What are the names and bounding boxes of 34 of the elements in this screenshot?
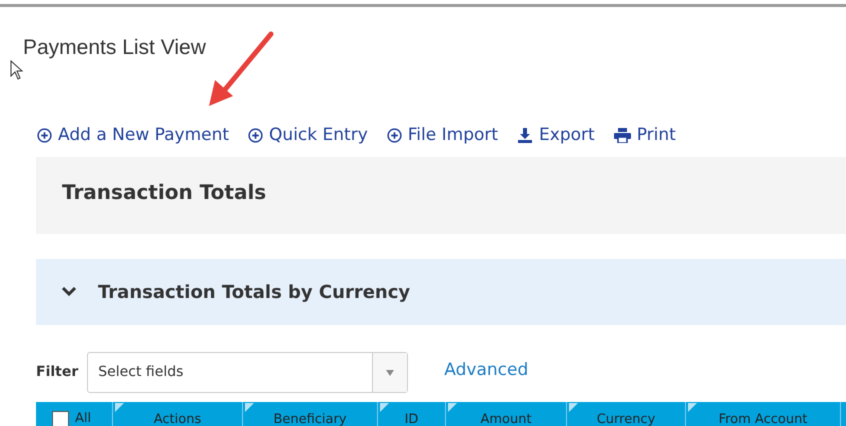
plus-circle-icon[interactable] xyxy=(386,128,402,144)
toolbar-link[interactable]: Add a New Payment xyxy=(58,123,230,148)
filter-dropdown[interactable]: Select fields xyxy=(87,352,408,393)
advanced-link[interactable]: Advanced xyxy=(444,358,528,384)
toolbar-link[interactable]: File Import xyxy=(408,123,498,148)
filter-label: Filter xyxy=(36,363,78,382)
corner-triangle-icon xyxy=(448,403,457,412)
toolbar-link[interactable]: Print xyxy=(636,123,676,148)
column-header[interactable]: ID xyxy=(378,402,446,426)
column-header[interactable]: Actions xyxy=(113,402,243,426)
panel-title: Transaction Totals by Currency xyxy=(98,280,410,304)
currency-panel[interactable]: Transaction Totals by Currency xyxy=(36,259,846,325)
column-header[interactable]: Amount xyxy=(446,402,567,426)
column-header[interactable]: From Account xyxy=(686,402,841,426)
select-all-checkbox[interactable] xyxy=(52,411,69,426)
corner-triangle-icon xyxy=(380,403,389,412)
chevron-icon[interactable] xyxy=(62,287,76,297)
corner-triangle-icon xyxy=(569,403,578,412)
caret-icon[interactable] xyxy=(386,370,394,376)
column-header[interactable]: Currency xyxy=(567,402,686,426)
cursor-icon xyxy=(10,60,24,80)
corner-triangle-icon xyxy=(688,403,697,412)
plus-circle-icon[interactable] xyxy=(37,128,52,144)
select-all-label: All xyxy=(75,412,92,425)
page-title: Payments List View xyxy=(23,35,206,61)
column-header[interactable]: Beneficiary xyxy=(243,402,378,426)
toolbar-link[interactable]: Export xyxy=(539,123,595,148)
print-icon[interactable] xyxy=(614,128,631,144)
plus-circle-icon[interactable] xyxy=(248,128,264,144)
panel-title: Transaction Totals xyxy=(62,179,266,206)
toolbar-link[interactable]: Quick Entry xyxy=(269,123,368,148)
corner-triangle-icon xyxy=(115,403,124,412)
download-icon[interactable] xyxy=(517,128,534,144)
corner-triangle-icon xyxy=(245,403,254,412)
